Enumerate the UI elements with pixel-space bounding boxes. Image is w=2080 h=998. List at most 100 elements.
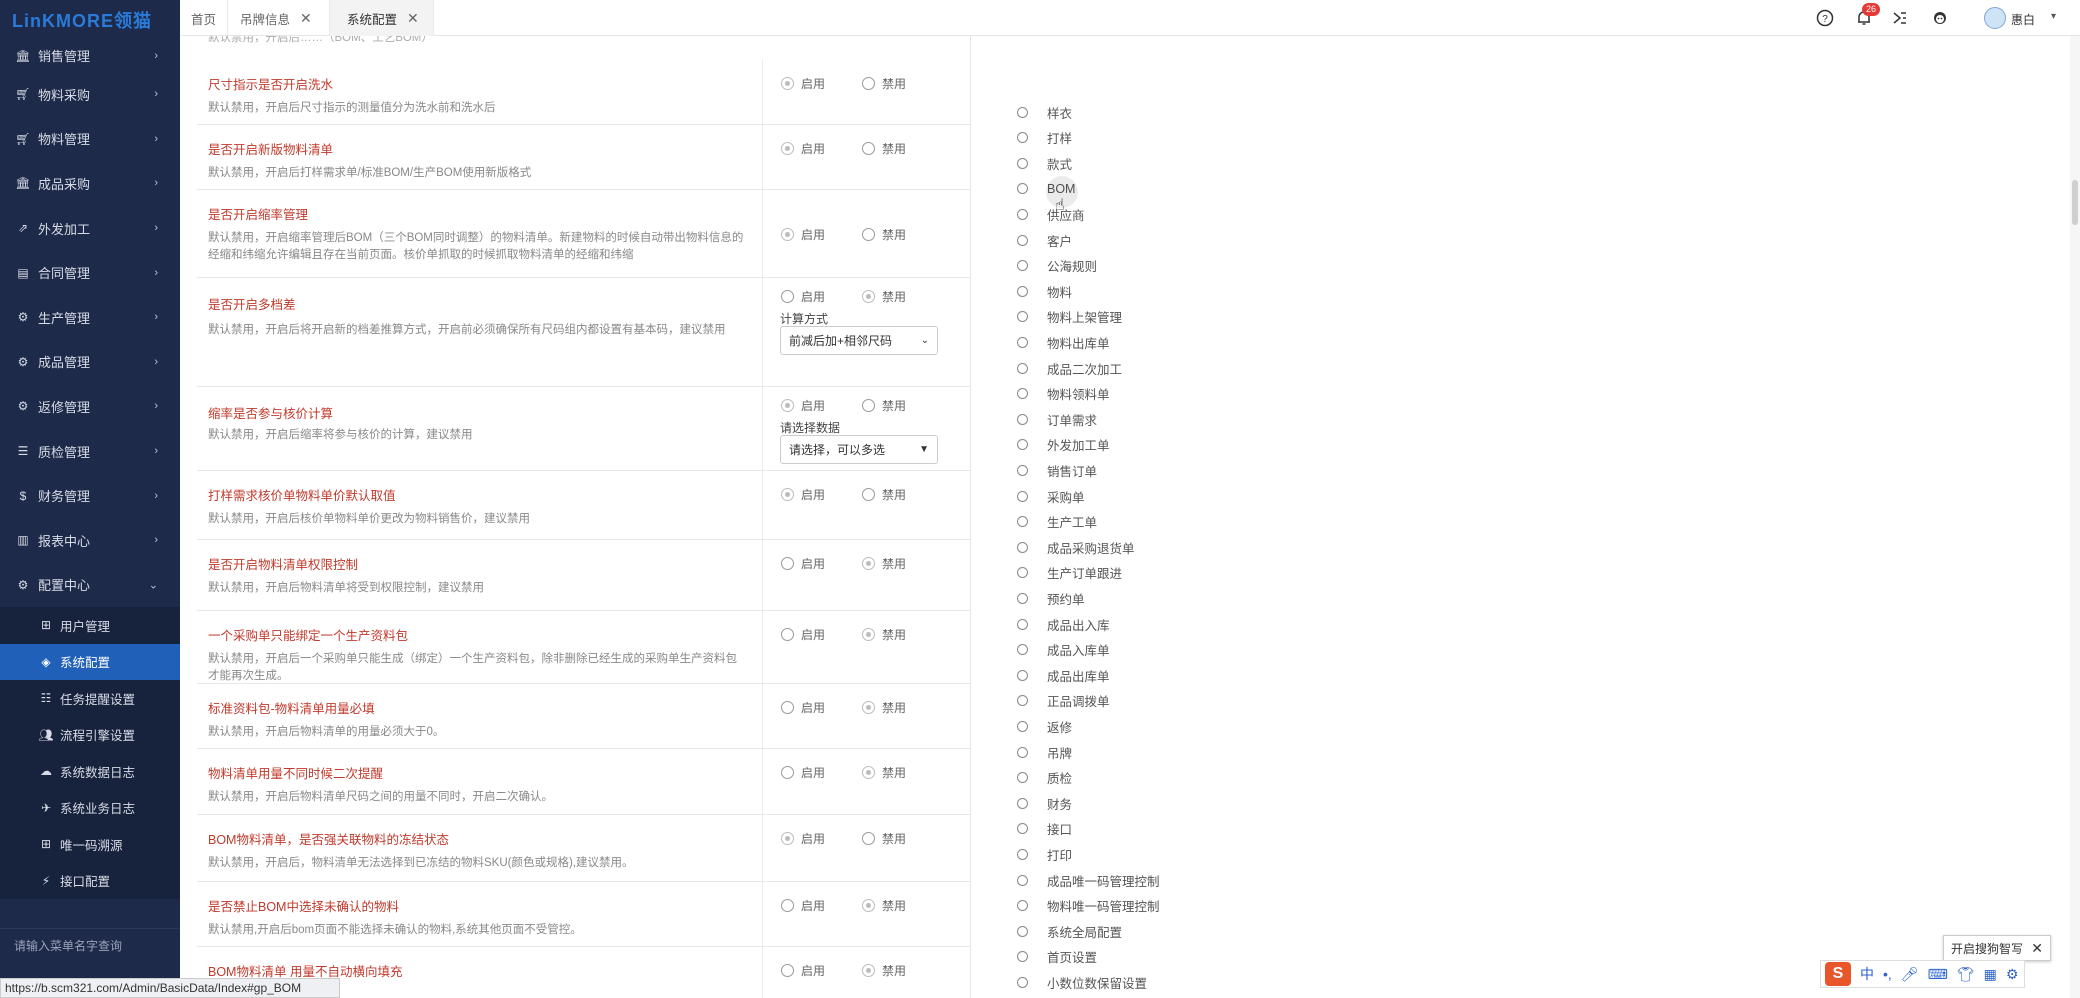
radio-circle[interactable]: [862, 557, 875, 570]
module-radio[interactable]: 吊牌: [1017, 742, 1072, 762]
module-radio[interactable]: 成品出库单: [1017, 665, 1110, 685]
enable-radio[interactable]: 启用: [781, 75, 825, 92]
radio-circle[interactable]: [1017, 208, 1028, 220]
sidebar-item[interactable]: ⚙ 返修管理 ›: [0, 384, 180, 429]
radio-circle[interactable]: [1017, 311, 1028, 323]
radio-circle[interactable]: [1017, 464, 1028, 476]
disable-radio[interactable]: 禁用: [862, 555, 906, 572]
module-radio[interactable]: 成品唯一码管理控制: [1017, 870, 1160, 890]
radio-circle[interactable]: [862, 701, 875, 714]
sidebar-item[interactable]: 🛒︎ 物料采购 ›: [0, 72, 180, 117]
radio-circle[interactable]: [1017, 106, 1028, 118]
radio-circle[interactable]: [862, 399, 875, 412]
module-radio[interactable]: 成品入库单: [1017, 640, 1110, 660]
radio-circle[interactable]: [781, 899, 794, 912]
enable-radio[interactable]: 启用: [781, 288, 825, 305]
radio-circle[interactable]: [1017, 285, 1028, 297]
disable-radio[interactable]: 禁用: [862, 226, 906, 243]
setting-select[interactable]: 前减后加+相邻尺码 ⌄: [780, 326, 938, 355]
radio-circle[interactable]: [1017, 388, 1028, 400]
radio-circle[interactable]: [1017, 925, 1028, 937]
module-radio[interactable]: 物料上架管理: [1017, 307, 1122, 327]
radio-circle[interactable]: [781, 832, 794, 845]
disable-radio[interactable]: 禁用: [862, 75, 906, 92]
disable-radio[interactable]: 禁用: [862, 140, 906, 157]
radio-circle[interactable]: [1017, 746, 1028, 758]
radio-circle[interactable]: [1017, 157, 1028, 169]
radio-circle[interactable]: [1017, 413, 1028, 425]
enable-radio[interactable]: 启用: [781, 397, 825, 414]
punctuation-icon[interactable]: •,: [1883, 966, 1892, 982]
sidebar-item[interactable]: ⚙ 生产管理 ›: [0, 295, 180, 340]
user-name[interactable]: 惠白: [2011, 11, 2035, 28]
sidebar-item[interactable]: ⚙ 配置中心 ⌄: [0, 562, 180, 608]
sidebar-item[interactable]: 🏛︎ 销售管理 ›: [0, 39, 180, 72]
sidebar-subitem[interactable]: ⚡ 接口配置: [0, 863, 180, 900]
chevron-down-icon[interactable]: ▾: [2051, 11, 2056, 22]
module-radio[interactable]: 系统全局配置: [1017, 921, 1122, 941]
enable-radio[interactable]: 启用: [781, 962, 825, 979]
disable-radio[interactable]: 禁用: [862, 626, 906, 643]
setting-select[interactable]: 请选择，可以多选 ▼: [780, 435, 938, 464]
module-radio[interactable]: 公海规则: [1017, 256, 1097, 276]
module-radio[interactable]: 款式: [1017, 153, 1072, 173]
radio-circle[interactable]: [1017, 951, 1028, 963]
microphone-icon[interactable]: 🎤︎: [1901, 966, 1919, 983]
radio-circle[interactable]: [781, 228, 794, 241]
sogou-logo-icon[interactable]: S: [1825, 962, 1851, 986]
enable-radio[interactable]: 启用: [781, 555, 825, 572]
module-radio[interactable]: 成品二次加工: [1017, 358, 1122, 378]
keyboard-icon[interactable]: ⌨: [1928, 966, 1948, 983]
sidebar-item[interactable]: ▥ 报表中心 ›: [0, 518, 180, 563]
radio-circle[interactable]: [781, 701, 794, 714]
radio-circle[interactable]: [1017, 541, 1028, 553]
help-icon[interactable]: ?: [1815, 8, 1835, 28]
module-radio[interactable]: 成品出入库: [1017, 614, 1110, 634]
radio-circle[interactable]: [781, 628, 794, 641]
scroll-thumb[interactable]: [2072, 180, 2078, 225]
tab-system-config[interactable]: 系统配置 ✕: [330, 0, 434, 36]
radio-circle[interactable]: [1017, 362, 1028, 374]
sidebar-subitem[interactable]: ✈ 系统业务日志: [0, 790, 180, 827]
module-radio[interactable]: 接口: [1017, 819, 1072, 839]
radio-circle[interactable]: [781, 557, 794, 570]
radio-circle[interactable]: [1017, 797, 1028, 809]
sidebar-item[interactable]: $ 财务管理 ›: [0, 473, 180, 518]
radio-circle[interactable]: [1017, 234, 1028, 246]
sidebar-subitem[interactable]: ◈ 系统配置: [0, 643, 180, 681]
radio-circle[interactable]: [1017, 976, 1028, 988]
sidebar-item[interactable]: ⇗ 外发加工 ›: [0, 206, 180, 251]
module-radio[interactable]: 返修: [1017, 716, 1072, 736]
radio-circle[interactable]: [781, 142, 794, 155]
ime-lang-toggle[interactable]: 中: [1860, 964, 1874, 984]
radio-circle[interactable]: [1017, 132, 1028, 144]
radio-circle[interactable]: [1017, 567, 1028, 579]
radio-circle[interactable]: [1017, 695, 1028, 707]
module-radio[interactable]: 外发加工单: [1017, 435, 1110, 455]
radio-circle[interactable]: [862, 628, 875, 641]
enable-radio[interactable]: 启用: [781, 626, 825, 643]
theme-icon[interactable]: [1890, 8, 1910, 28]
module-radio[interactable]: 成品采购退货单: [1017, 537, 1135, 557]
disable-radio[interactable]: 禁用: [862, 830, 906, 847]
sidebar-item[interactable]: ▤ 合同管理 ›: [0, 250, 180, 295]
radio-circle[interactable]: [862, 228, 875, 241]
radio-circle[interactable]: [862, 488, 875, 501]
radio-circle[interactable]: [1017, 823, 1028, 835]
sidebar-item[interactable]: 🛒︎ 物料管理 ›: [0, 117, 180, 162]
module-radio[interactable]: 财务: [1017, 793, 1072, 813]
module-radio[interactable]: 物料出库单: [1017, 332, 1110, 352]
radio-circle[interactable]: [781, 964, 794, 977]
enable-radio[interactable]: 启用: [781, 699, 825, 716]
radio-circle[interactable]: [1017, 516, 1028, 528]
module-radio[interactable]: 采购单: [1017, 486, 1085, 506]
support-icon[interactable]: [1930, 8, 1950, 28]
module-radio[interactable]: 客户: [1017, 230, 1072, 250]
disable-radio[interactable]: 禁用: [862, 764, 906, 781]
module-radio[interactable]: 预约单: [1017, 588, 1085, 608]
enable-radio[interactable]: 启用: [781, 140, 825, 157]
disable-radio[interactable]: 禁用: [862, 288, 906, 305]
enable-radio[interactable]: 启用: [781, 897, 825, 914]
radio-circle[interactable]: [1017, 490, 1028, 502]
radio-circle[interactable]: [1017, 439, 1028, 451]
